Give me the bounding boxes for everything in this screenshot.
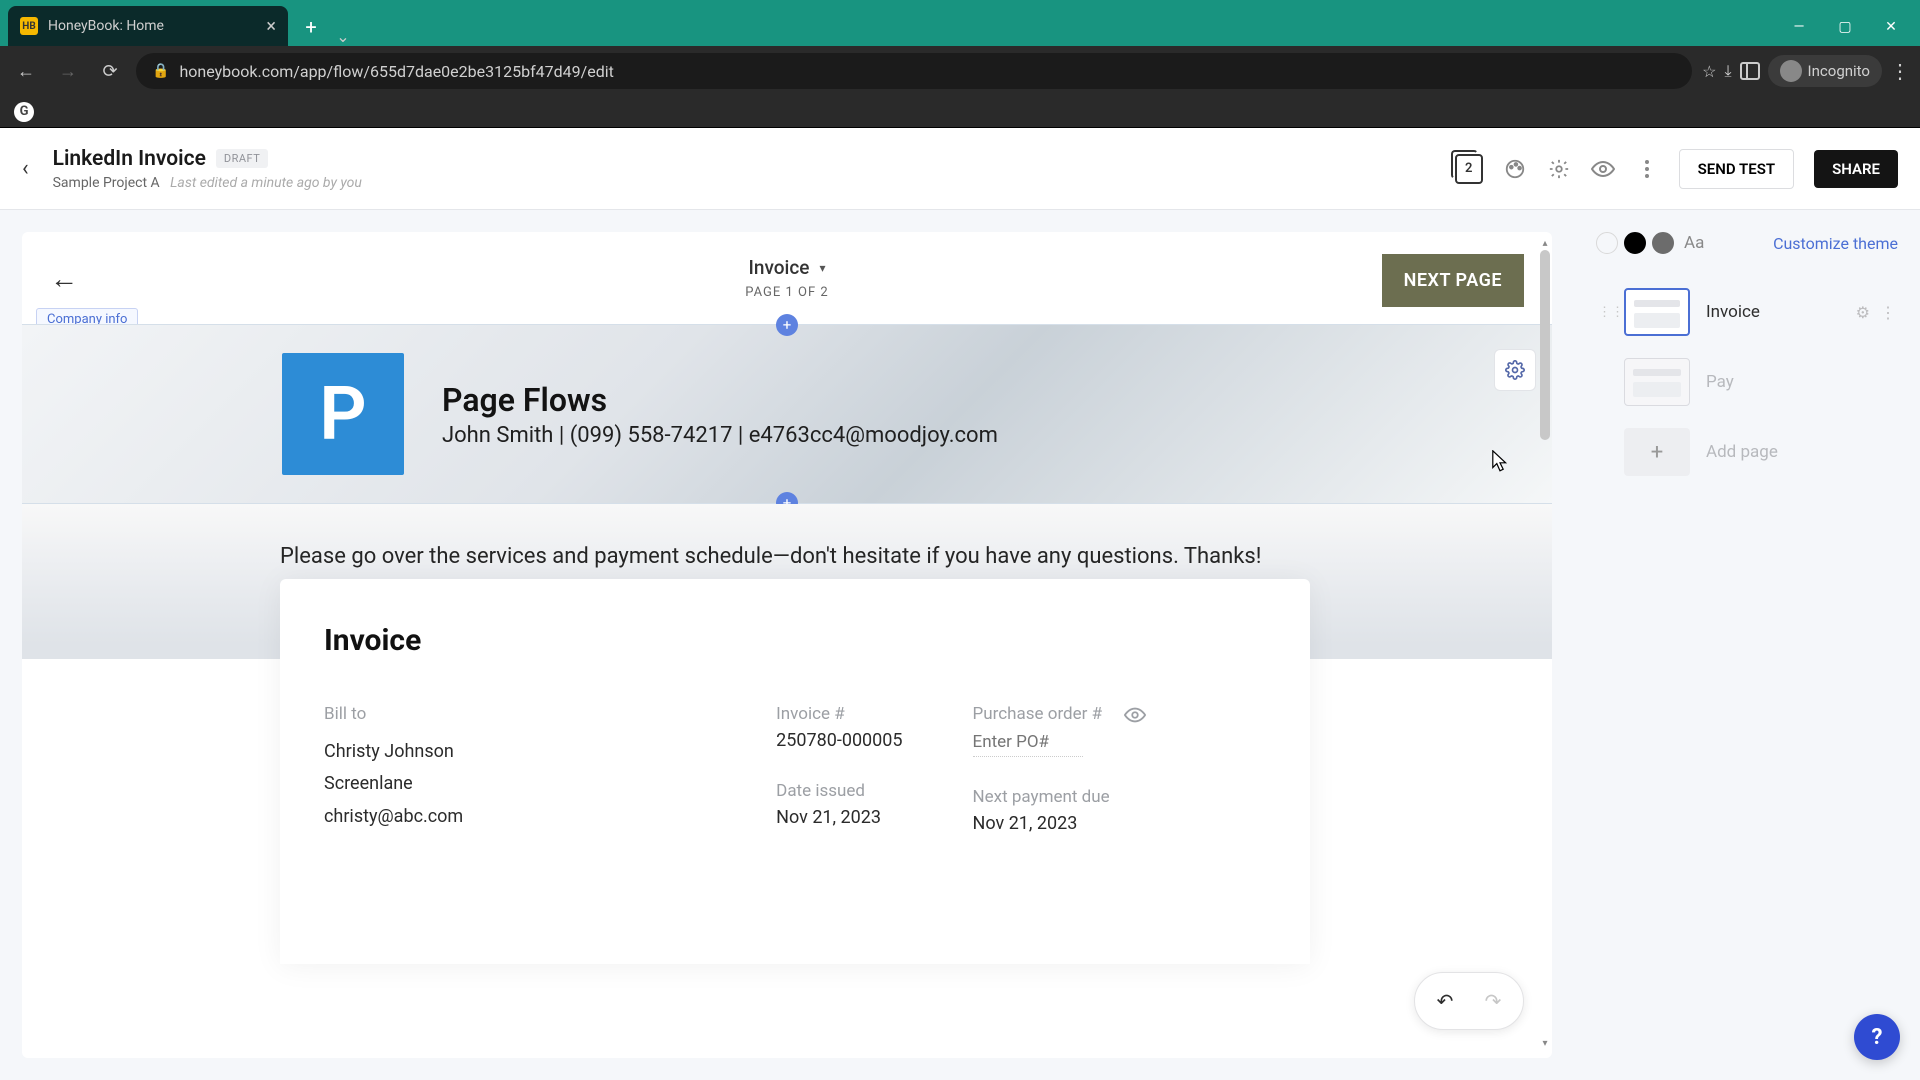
- scrollbar-thumb[interactable]: [1540, 250, 1550, 440]
- bill-to-email: christy@abc.com: [324, 801, 776, 833]
- url-text: honeybook.com/app/flow/655d7dae0e2be3125…: [179, 62, 613, 81]
- next-payment-value: Nov 21, 2023: [973, 813, 1110, 834]
- bill-to-name: Christy Johnson: [324, 736, 776, 768]
- window-controls: — ▢ ✕: [1776, 8, 1920, 46]
- right-sidebar: Aa Customize theme ⋮⋮ Invoice ⚙ ⋮ ⋮⋮ Pay…: [1574, 210, 1920, 1080]
- font-indicator: Aa: [1684, 233, 1704, 253]
- intro-text[interactable]: Please go over the services and payment …: [280, 544, 1552, 569]
- add-page-button[interactable]: + Add page: [1596, 424, 1898, 480]
- page-more-icon[interactable]: ⋮: [1880, 303, 1896, 322]
- bill-to-label: Bill to: [324, 704, 776, 724]
- help-button[interactable]: ?: [1854, 1014, 1900, 1060]
- preview-eye-icon[interactable]: [1591, 157, 1615, 181]
- toggle-visibility-icon[interactable]: [1124, 704, 1146, 730]
- address-bar[interactable]: 🔒 honeybook.com/app/flow/655d7dae0e2be31…: [136, 53, 1692, 89]
- tab-title: HoneyBook: Home: [48, 18, 164, 34]
- sidebar-page-pay[interactable]: ⋮⋮ Pay: [1596, 354, 1898, 410]
- undo-redo-toolbar: ↶ ↷: [1414, 972, 1524, 1030]
- project-name: Sample Project A: [53, 175, 160, 191]
- theme-swatch-black[interactable]: [1624, 232, 1646, 254]
- minimize-icon[interactable]: —: [1776, 8, 1822, 46]
- incognito-button[interactable]: Incognito: [1768, 55, 1882, 87]
- bill-to-company: Screenlane: [324, 768, 776, 800]
- google-shortcut-icon[interactable]: G: [14, 102, 34, 122]
- undo-button[interactable]: ↶: [1421, 981, 1469, 1021]
- new-tab-button[interactable]: +: [296, 12, 326, 42]
- plus-icon: +: [1624, 428, 1690, 476]
- nav-reload-icon[interactable]: ⟳: [94, 61, 126, 82]
- date-issued-label: Date issued: [776, 781, 902, 801]
- nav-back-icon[interactable]: ←: [10, 61, 42, 82]
- invoice-number-label: Invoice #: [776, 704, 902, 724]
- redo-button[interactable]: ↷: [1469, 981, 1517, 1021]
- theme-palette-icon[interactable]: [1503, 157, 1527, 181]
- flow-title: LinkedIn Invoice: [53, 147, 206, 171]
- page-counter: PAGE 1 OF 2: [745, 285, 828, 300]
- chevron-down-icon: ▾: [819, 261, 825, 275]
- back-button[interactable]: ‹: [22, 156, 29, 181]
- address-bar-row: ← → ⟳ 🔒 honeybook.com/app/flow/655d7dae0…: [0, 46, 1920, 96]
- chrome-menu-icon[interactable]: ⋮: [1890, 59, 1910, 83]
- company-header-block[interactable]: + P Page Flows John Smith | (099) 558-74…: [22, 324, 1552, 504]
- sidebar-page-invoice[interactable]: ⋮⋮ Invoice ⚙ ⋮: [1596, 284, 1898, 340]
- page-thumbnail: [1624, 288, 1690, 336]
- po-label: Purchase order #: [973, 704, 1110, 724]
- bookmark-star-icon[interactable]: ☆: [1702, 62, 1716, 81]
- company-name: Page Flows: [442, 381, 998, 419]
- send-test-button[interactable]: SEND TEST: [1679, 149, 1794, 189]
- tab-close-icon[interactable]: ×: [266, 16, 276, 37]
- last-edited-text: Last edited a minute ago by you: [170, 175, 362, 191]
- page-thumbnail: [1624, 358, 1690, 406]
- invoice-number: 250780-000005: [776, 730, 902, 751]
- drag-handle-icon[interactable]: ⋮⋮: [1598, 305, 1608, 320]
- po-input[interactable]: [973, 728, 1083, 757]
- next-payment-label: Next payment due: [973, 787, 1110, 807]
- page-label: Pay: [1706, 372, 1734, 392]
- scroll-down-icon[interactable]: ▾: [1538, 1038, 1552, 1052]
- status-badge: DRAFT: [216, 149, 268, 168]
- maximize-icon[interactable]: ▢: [1822, 8, 1868, 46]
- insert-above-button[interactable]: +: [776, 314, 798, 336]
- company-contact: John Smith | (099) 558-74217 | e4763cc4@…: [442, 423, 998, 448]
- scrollbar[interactable]: [1540, 250, 1550, 1040]
- next-page-button[interactable]: NEXT PAGE: [1382, 254, 1524, 307]
- app-header: ‹ LinkedIn Invoice DRAFT Sample Project …: [0, 128, 1920, 210]
- incognito-label: Incognito: [1808, 62, 1870, 80]
- side-panel-icon[interactable]: [1740, 62, 1760, 80]
- editor-canvas: ← Invoice ▾ PAGE 1 OF 2 NEXT PAGE Compan…: [22, 232, 1552, 1058]
- tab-dropdown-icon[interactable]: ⌄: [326, 27, 360, 46]
- share-button[interactable]: SHARE: [1814, 150, 1898, 188]
- theme-swatch-white[interactable]: [1596, 232, 1618, 254]
- page-settings-icon[interactable]: ⚙: [1856, 303, 1870, 322]
- browser-tab[interactable]: HB HoneyBook: Home ×: [8, 6, 288, 46]
- page-selector-dropdown[interactable]: Invoice ▾: [745, 256, 828, 279]
- customize-theme-link[interactable]: Customize theme: [1773, 234, 1898, 253]
- more-menu-icon[interactable]: [1635, 157, 1659, 181]
- date-issued-value: Nov 21, 2023: [776, 807, 902, 828]
- downloads-icon[interactable]: ⤓: [1724, 61, 1731, 81]
- page-label: Invoice: [1706, 302, 1760, 322]
- incognito-icon: [1780, 60, 1802, 82]
- block-settings-icon[interactable]: [1494, 349, 1536, 391]
- company-avatar: P: [282, 353, 404, 475]
- lock-icon: 🔒: [152, 63, 169, 79]
- invoice-heading: Invoice: [324, 623, 1266, 658]
- close-window-icon[interactable]: ✕: [1868, 8, 1914, 46]
- add-page-label: Add page: [1706, 442, 1778, 462]
- invoice-card: Invoice Bill to Christy Johnson Screenla…: [280, 579, 1310, 964]
- canvas-back-button[interactable]: ←: [50, 262, 78, 295]
- nav-forward-icon[interactable]: →: [52, 61, 84, 82]
- theme-swatch-grey[interactable]: [1652, 232, 1674, 254]
- page-stack-icon[interactable]: 2: [1455, 154, 1483, 184]
- bookmark-bar: G: [0, 96, 1920, 128]
- browser-tab-strip: HB HoneyBook: Home × + ⌄ — ▢ ✕: [0, 0, 1920, 46]
- settings-icon[interactable]: [1547, 157, 1571, 181]
- tab-favicon: HB: [20, 17, 38, 35]
- page-selector-label: Invoice: [749, 256, 810, 279]
